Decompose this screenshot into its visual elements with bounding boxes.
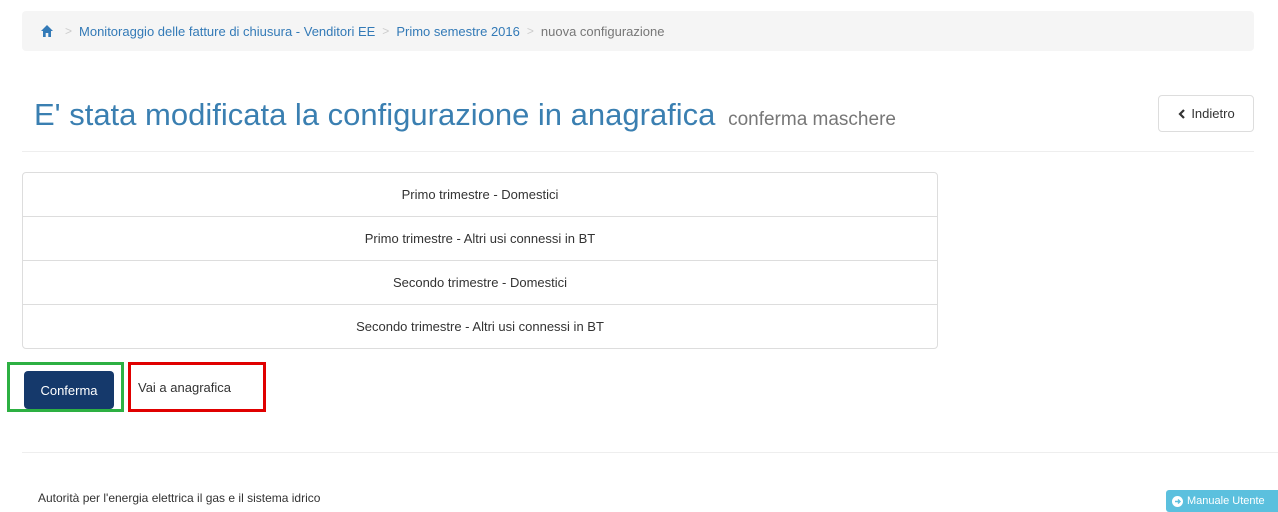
page-header: E' stata modificata la configurazione in… bbox=[22, 95, 1254, 152]
manual-label: Manuale Utente bbox=[1187, 495, 1265, 507]
list-item: Primo trimestre - Domestici bbox=[23, 173, 937, 217]
page-title: E' stata modificata la configurazione in… bbox=[34, 95, 896, 140]
home-icon[interactable] bbox=[40, 24, 54, 38]
manual-button[interactable]: Manuale Utente bbox=[1166, 490, 1278, 512]
go-to-anagrafica-button[interactable]: Vai a anagrafica bbox=[138, 380, 231, 395]
breadcrumb-link-monitoraggio[interactable]: Monitoraggio delle fatture di chiusura -… bbox=[79, 24, 375, 39]
breadcrumb-current: nuova configurazione bbox=[540, 23, 665, 39]
breadcrumb-separator: > bbox=[382, 24, 390, 38]
confirm-highlight: Conferma bbox=[7, 362, 124, 412]
back-button-label: Indietro bbox=[1191, 106, 1235, 121]
footer-divider bbox=[22, 452, 1278, 453]
confirm-button[interactable]: Conferma bbox=[24, 371, 114, 409]
back-button[interactable]: Indietro bbox=[1158, 95, 1254, 132]
anagrafica-highlight: Vai a anagrafica bbox=[128, 362, 266, 412]
list-item: Secondo trimestre - Altri usi connessi i… bbox=[356, 319, 604, 334]
chevron-left-icon bbox=[1177, 108, 1186, 119]
mask-list: Primo trimestre - Domestici Primo trimes… bbox=[22, 172, 938, 349]
breadcrumb-link-semestre[interactable]: Primo semestre 2016 bbox=[396, 24, 520, 39]
breadcrumb: > Monitoraggio delle fatture di chiusura… bbox=[22, 11, 1254, 51]
breadcrumb-separator: > bbox=[526, 24, 534, 38]
arrow-circle-icon bbox=[1172, 495, 1183, 507]
page-title-text: E' stata modificata la configurazione in… bbox=[34, 97, 716, 132]
footer-text: Autorità per l'energia elettrica il gas … bbox=[38, 491, 321, 505]
page-subtitle: conferma maschere bbox=[728, 109, 896, 130]
breadcrumb-separator: > bbox=[65, 24, 73, 38]
list-item: Secondo trimestre - Domestici bbox=[23, 261, 937, 305]
list-item: Primo trimestre - Altri usi connessi in … bbox=[23, 217, 937, 261]
